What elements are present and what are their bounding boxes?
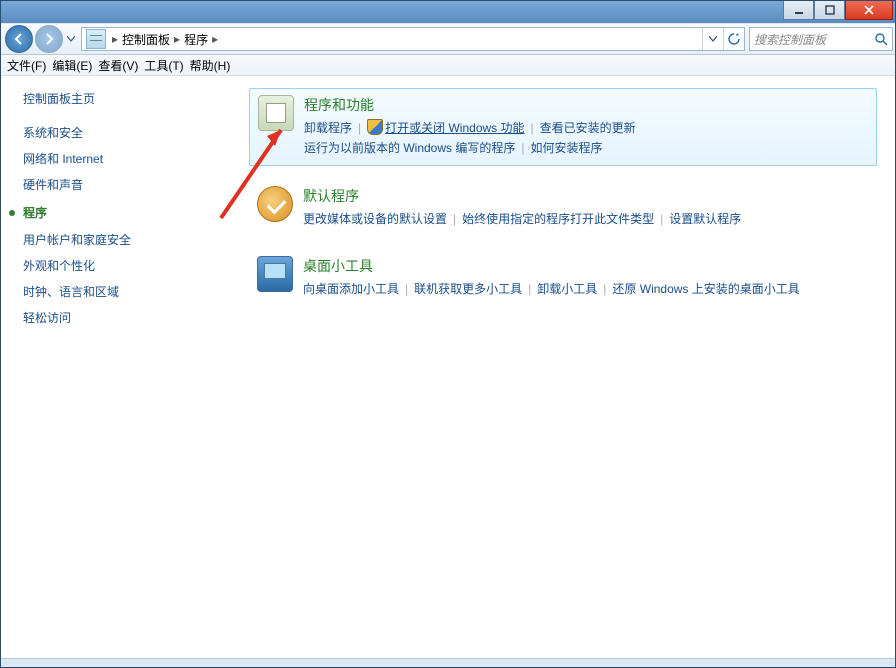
category-body: 默认程序更改媒体或设备的默认设置|始终使用指定的程序打开此文件类型|设置默认程序 (303, 186, 869, 230)
sidebar: 控制面板主页 系统和安全 网络和 Internet 硬件和声音 程序 用户帐户和… (1, 76, 231, 658)
separator: | (352, 121, 367, 135)
chevron-right-icon: ▸ (212, 32, 218, 46)
category-title-gadgets[interactable]: 桌面小工具 (303, 256, 869, 276)
task-link[interactable]: 卸载程序 (304, 121, 352, 135)
arrow-right-icon (42, 32, 56, 46)
close-button[interactable] (845, 1, 893, 20)
search-input[interactable]: 搜索控制面板 (749, 27, 893, 51)
address-box[interactable]: ▸ 控制面板 ▸ 程序 ▸ (81, 27, 745, 51)
menu-edit[interactable]: 编辑(E) (52, 57, 92, 74)
separator: | (447, 212, 462, 226)
task-row: 运行为以前版本的 Windows 编写的程序|如何安装程序 (304, 139, 868, 157)
shield-icon (367, 119, 383, 135)
task-link[interactable]: 向桌面添加小工具 (303, 282, 399, 296)
arrow-left-icon (12, 32, 26, 46)
task-link[interactable]: 还原 Windows 上安装的桌面小工具 (612, 282, 799, 296)
crumb-programs[interactable]: 程序 (182, 31, 210, 48)
task-link[interactable]: 始终使用指定的程序打开此文件类型 (462, 212, 654, 226)
sidebar-item-network[interactable]: 网络和 Internet (23, 152, 223, 166)
sidebar-item-ease[interactable]: 轻松访问 (23, 311, 223, 325)
menu-bar: 文件(F) 编辑(E) 查看(V) 工具(T) 帮助(H) (1, 55, 895, 76)
chevron-down-icon (67, 36, 75, 42)
separator: | (654, 212, 669, 226)
sidebar-item-clock[interactable]: 时钟、语言和区域 (23, 285, 223, 299)
separator: | (525, 121, 540, 135)
category-programs: 程序和功能卸载程序|打开或关闭 Windows 功能|查看已安装的更新运行为以前… (249, 88, 877, 166)
category-default: 默认程序更改媒体或设备的默认设置|始终使用指定的程序打开此文件类型|设置默认程序 (249, 180, 877, 236)
sidebar-item-appear[interactable]: 外观和个性化 (23, 259, 223, 273)
category-title-programs[interactable]: 程序和功能 (304, 95, 868, 115)
titlebar (1, 1, 895, 23)
chevron-right-icon: ▸ (174, 32, 180, 46)
sidebar-item-hardware[interactable]: 硬件和声音 (23, 178, 223, 192)
gadgets-icon (257, 256, 293, 292)
category-body: 桌面小工具向桌面添加小工具|联机获取更多小工具|卸载小工具|还原 Windows… (303, 256, 869, 300)
task-link[interactable]: 设置默认程序 (669, 212, 741, 226)
menu-view[interactable]: 查看(V) (98, 57, 138, 74)
close-icon (863, 5, 875, 15)
crumb-root[interactable]: 控制面板 (120, 31, 172, 48)
breadcrumb[interactable]: ▸ 控制面板 ▸ 程序 ▸ (82, 29, 702, 49)
navbar: ▸ 控制面板 ▸ 程序 ▸ 搜索控制面板 (1, 23, 895, 55)
bullet-icon (9, 210, 15, 216)
address-dropdown[interactable] (702, 28, 723, 50)
control-panel-icon (86, 29, 106, 49)
separator: | (515, 141, 530, 155)
refresh-button[interactable] (723, 28, 744, 50)
default-icon (257, 186, 293, 222)
task-row: 卸载程序|打开或关闭 Windows 功能|查看已安装的更新 (304, 119, 868, 137)
main-panel: 程序和功能卸载程序|打开或关闭 Windows 功能|查看已安装的更新运行为以前… (231, 76, 895, 658)
maximize-button[interactable] (814, 1, 845, 20)
task-link[interactable]: 运行为以前版本的 Windows 编写的程序 (304, 141, 515, 155)
task-link[interactable]: 打开或关闭 Windows 功能 (385, 121, 524, 135)
separator: | (522, 282, 537, 296)
status-strip (1, 658, 895, 667)
refresh-icon (728, 33, 740, 45)
history-dropdown[interactable] (65, 29, 77, 49)
maximize-icon (825, 5, 835, 15)
task-link[interactable]: 联机获取更多小工具 (414, 282, 522, 296)
sidebar-item-system[interactable]: 系统和安全 (23, 126, 223, 140)
window-buttons (783, 1, 893, 20)
control-panel-window: ▸ 控制面板 ▸ 程序 ▸ 搜索控制面板 文件(F) 编辑(E) 查看(V) (0, 0, 896, 668)
chevron-down-icon (709, 36, 717, 42)
task-link[interactable]: 如何安装程序 (530, 141, 602, 155)
task-row: 向桌面添加小工具|联机获取更多小工具|卸载小工具|还原 Windows 上安装的… (303, 280, 869, 298)
menu-help[interactable]: 帮助(H) (190, 57, 231, 74)
task-link[interactable]: 查看已安装的更新 (540, 121, 636, 135)
minimize-button[interactable] (783, 1, 814, 20)
sidebar-item-users[interactable]: 用户帐户和家庭安全 (23, 233, 223, 247)
sidebar-home[interactable]: 控制面板主页 (23, 92, 223, 106)
back-button[interactable] (5, 25, 33, 53)
menu-file[interactable]: 文件(F) (7, 57, 46, 74)
separator: | (597, 282, 612, 296)
task-link[interactable]: 更改媒体或设备的默认设置 (303, 212, 447, 226)
menu-tools[interactable]: 工具(T) (144, 57, 183, 74)
task-link[interactable]: 卸载小工具 (537, 282, 597, 296)
content-area: 控制面板主页 系统和安全 网络和 Internet 硬件和声音 程序 用户帐户和… (1, 76, 895, 658)
programs-icon (258, 95, 294, 131)
sidebar-item-programs[interactable]: 程序 (9, 204, 223, 221)
category-title-default[interactable]: 默认程序 (303, 186, 869, 206)
forward-button[interactable] (35, 25, 63, 53)
category-body: 程序和功能卸载程序|打开或关闭 Windows 功能|查看已安装的更新运行为以前… (304, 95, 868, 159)
category-gadgets: 桌面小工具向桌面添加小工具|联机获取更多小工具|卸载小工具|还原 Windows… (249, 250, 877, 306)
search-icon (874, 32, 888, 46)
sidebar-item-label: 程序 (23, 204, 47, 221)
separator: | (399, 282, 414, 296)
minimize-icon (794, 5, 804, 15)
chevron-right-icon: ▸ (112, 32, 118, 46)
task-row: 更改媒体或设备的默认设置|始终使用指定的程序打开此文件类型|设置默认程序 (303, 210, 869, 228)
search-placeholder: 搜索控制面板 (754, 31, 874, 48)
